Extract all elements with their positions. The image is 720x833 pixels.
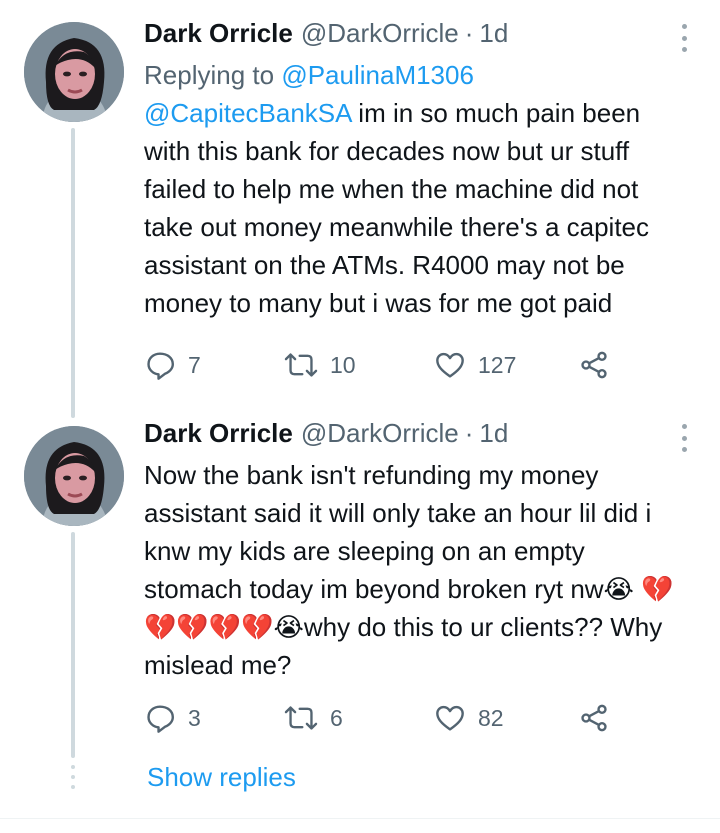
reply-button[interactable]: 7 xyxy=(144,349,284,381)
author-handle[interactable]: @DarkOrricle xyxy=(301,18,459,49)
tweet-actions: 3 6 82 xyxy=(144,698,610,738)
tweet[interactable]: Dark Orricle @DarkOrricle · 1d Replying … xyxy=(0,0,720,410)
like-button[interactable]: 82 xyxy=(434,702,578,734)
author-name[interactable]: Dark Orricle xyxy=(144,418,293,449)
like-count: 127 xyxy=(478,351,517,378)
retweet-icon xyxy=(284,353,318,377)
retweet-button[interactable]: 10 xyxy=(284,349,434,381)
replying-to-mention[interactable]: @PaulinaM1306 xyxy=(281,60,474,90)
replying-to-label: Replying to xyxy=(144,60,282,90)
share-button[interactable] xyxy=(578,349,610,381)
thread-continuation-dots xyxy=(68,765,78,789)
tweet-text-body: Now the bank isn't refunding my money as… xyxy=(144,460,652,604)
like-icon xyxy=(436,705,464,731)
like-count: 82 xyxy=(478,704,504,731)
avatar-image xyxy=(24,22,124,122)
retweet-count: 6 xyxy=(330,704,343,731)
separator-dot: · xyxy=(464,18,474,48)
author-handle[interactable]: @DarkOrricle xyxy=(301,418,459,449)
reply-count: 3 xyxy=(188,704,201,731)
like-button[interactable]: 127 xyxy=(434,349,578,381)
retweet-icon xyxy=(284,706,318,730)
tweet-header: Dark Orricle @DarkOrricle · 1d xyxy=(144,18,684,56)
tweet-content: Dark Orricle @DarkOrricle · 1d Now the b… xyxy=(144,418,684,684)
replying-to: Replying to @PaulinaM1306 xyxy=(144,56,684,94)
thread-connector-line xyxy=(71,128,75,418)
continuation-dot xyxy=(71,765,75,769)
reply-count: 7 xyxy=(188,351,201,378)
tweet-text: @CapitecBankSA im in so much pain been w… xyxy=(144,94,684,322)
reply-icon xyxy=(147,705,174,733)
tweet-mention[interactable]: @CapitecBankSA xyxy=(144,98,351,128)
tweet-timestamp[interactable]: 1d xyxy=(479,418,508,449)
separator-dot: · xyxy=(464,418,474,448)
avatar-image xyxy=(24,426,124,526)
tweet-text: Now the bank isn't refunding my money as… xyxy=(144,456,684,684)
share-icon xyxy=(581,351,607,379)
continuation-dot xyxy=(71,785,75,789)
author-name[interactable]: Dark Orricle xyxy=(144,18,293,49)
share-icon xyxy=(581,704,607,732)
continuation-dot xyxy=(71,775,75,779)
reply-button[interactable]: 3 xyxy=(144,702,284,734)
divider xyxy=(0,818,720,819)
tweet-content: Dark Orricle @DarkOrricle · 1d Replying … xyxy=(144,18,684,322)
retweet-button[interactable]: 6 xyxy=(284,702,434,734)
like-icon xyxy=(436,352,464,378)
tweet-header: Dark Orricle @DarkOrricle · 1d xyxy=(144,418,684,456)
avatar[interactable] xyxy=(24,426,124,526)
show-replies-link[interactable]: Show replies xyxy=(147,760,296,794)
retweet-count: 10 xyxy=(330,351,356,378)
tweet-text-body: im in so much pain been with this bank f… xyxy=(144,98,650,318)
tweet-actions: 7 10 127 xyxy=(144,345,610,385)
avatar[interactable] xyxy=(24,22,124,122)
thread-connector-line xyxy=(71,532,75,758)
share-button[interactable] xyxy=(578,702,610,734)
tweet-timestamp[interactable]: 1d xyxy=(479,18,508,49)
reply-icon xyxy=(147,352,174,380)
